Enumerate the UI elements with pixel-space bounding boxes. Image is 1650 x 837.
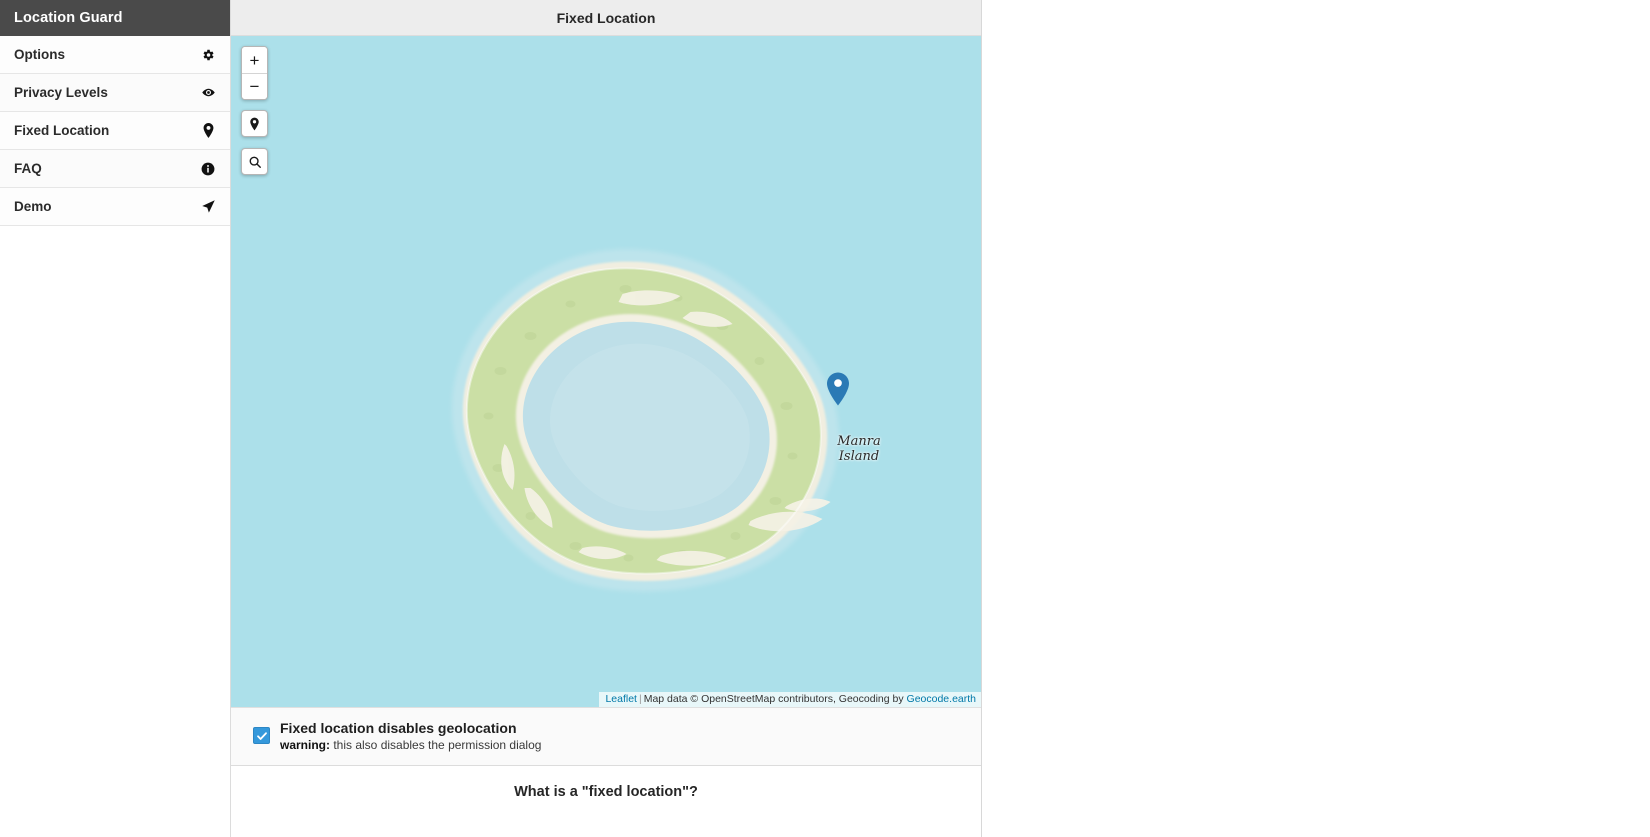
zoom-in-button[interactable]: + xyxy=(242,47,267,73)
sidebar-item-privacy-levels[interactable]: Privacy Levels xyxy=(0,74,230,112)
disable-geolocation-checkbox[interactable] xyxy=(253,727,270,744)
sidebar-item-label: FAQ xyxy=(14,161,42,176)
content-panel: Fixed Location + − Manra Island Leaflet … xyxy=(231,0,982,837)
page-title-text: Fixed Location xyxy=(556,9,656,26)
location-guard-window: Location Guard Options Privacy Levels Fi… xyxy=(0,0,1650,837)
gear-icon xyxy=(199,46,217,64)
checkmark-icon xyxy=(256,731,267,740)
map-container[interactable]: + − Manra Island Leaflet | Map data © Op… xyxy=(231,36,981,707)
option-warning: warning: this also disables the permissi… xyxy=(280,738,541,752)
faq-section-heading-text: What is a "fixed location"? xyxy=(514,784,698,800)
map-pin-icon xyxy=(199,122,217,140)
geocode-earth-link[interactable]: Geocode.earth xyxy=(907,693,976,705)
map-tiles xyxy=(231,36,981,707)
sidebar-item-faq[interactable]: FAQ xyxy=(0,150,230,188)
search-icon[interactable] xyxy=(242,149,267,174)
option-warning-text: this also disables the permission dialog xyxy=(330,738,542,752)
attribution-separator: | xyxy=(638,693,642,705)
sidebar-item-options[interactable]: Options xyxy=(0,36,230,74)
sidebar-item-label: Options xyxy=(14,47,65,62)
zoom-control[interactable]: + − xyxy=(241,46,268,100)
navigation-arrow-icon xyxy=(199,198,217,216)
faq-section-heading: What is a "fixed location"? xyxy=(231,766,981,837)
option-warning-label: warning: xyxy=(280,738,330,752)
zoom-out-button[interactable]: − xyxy=(242,73,267,99)
locate-control[interactable] xyxy=(241,110,268,137)
option-text-group: Fixed location disables geolocation warn… xyxy=(280,720,541,752)
page-title: Fixed Location xyxy=(231,0,981,36)
eye-icon xyxy=(199,84,217,102)
sidebar-item-label: Fixed Location xyxy=(14,123,110,138)
sidebar-item-label: Privacy Levels xyxy=(14,85,108,100)
sidebar-item-fixed-location[interactable]: Fixed Location xyxy=(0,112,230,150)
sidebar-title-text: Location Guard xyxy=(14,10,123,26)
fixed-location-option-row[interactable]: Fixed location disables geolocation warn… xyxy=(231,707,981,766)
sidebar-item-demo[interactable]: Demo xyxy=(0,188,230,226)
info-icon xyxy=(199,160,217,178)
location-marker-pin[interactable] xyxy=(827,372,849,406)
attribution-text: Map data © OpenStreetMap contributors, G… xyxy=(643,693,904,705)
map-pin-icon[interactable] xyxy=(242,111,267,136)
option-title: Fixed location disables geolocation xyxy=(280,720,517,736)
sidebar-item-label: Demo xyxy=(14,199,52,214)
leaflet-link[interactable]: Leaflet xyxy=(605,693,637,705)
sidebar: Location Guard Options Privacy Levels Fi… xyxy=(0,0,231,837)
sidebar-title: Location Guard xyxy=(0,0,230,36)
map-attribution: Leaflet | Map data © OpenStreetMap contrib… xyxy=(599,692,981,707)
geocoder-search-control[interactable] xyxy=(241,148,268,175)
